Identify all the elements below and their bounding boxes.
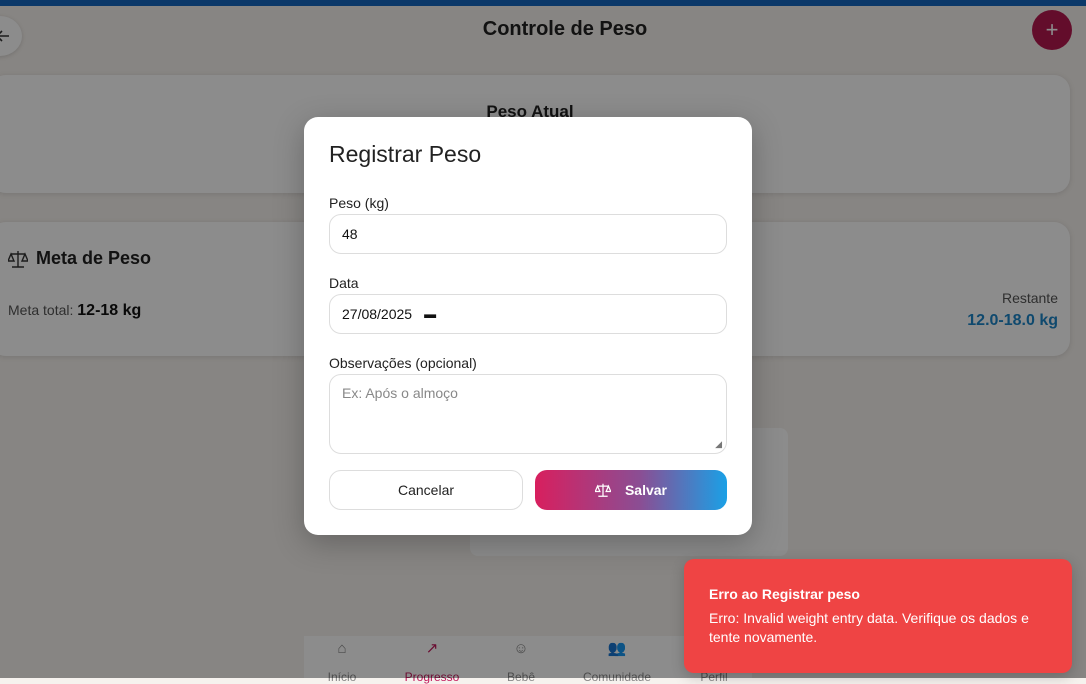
save-label: Salvar [624, 482, 668, 498]
notes-textarea[interactable]: Ex: Após o almoço ◢ [329, 374, 727, 454]
cancel-button[interactable]: Cancelar [329, 470, 523, 510]
weight-value: 48 [342, 226, 358, 242]
save-button[interactable]: Salvar [535, 470, 727, 510]
date-value: 27/08/2025 [342, 306, 413, 322]
date-label: Data [329, 275, 359, 291]
weight-input[interactable]: 48 [329, 214, 727, 254]
notes-label: Observações (opcional) [329, 355, 477, 371]
toast-title: Erro ao Registrar peso [709, 586, 860, 602]
scale-icon [594, 483, 611, 497]
date-input[interactable]: 27/08/2025 ▬ [329, 294, 727, 334]
modal-title: Registrar Peso [329, 141, 482, 167]
toast-message: Erro: Invalid weight entry data. Verifiq… [709, 610, 1029, 645]
register-weight-modal: Registrar Peso Peso (kg) 48 Data 27/08/2… [304, 117, 752, 535]
calendar-icon[interactable]: ▬ [424, 307, 436, 321]
error-toast[interactable]: Erro ao Registrar peso Erro: Invalid wei… [684, 559, 1072, 673]
resize-grip-icon[interactable]: ◢ [715, 439, 722, 450]
weight-label: Peso (kg) [329, 195, 389, 211]
notes-placeholder: Ex: Após o almoço [342, 385, 458, 401]
